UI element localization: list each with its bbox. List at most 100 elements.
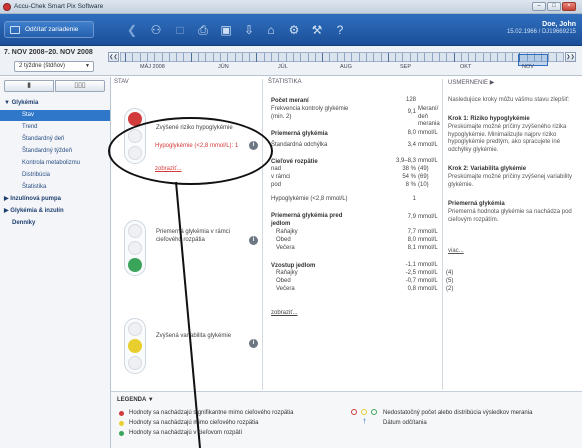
window-title-bar: Accu-Chek Smart Pix Software – □ × xyxy=(0,0,582,14)
close-button[interactable]: × xyxy=(562,2,576,11)
patient-info: Doe, John 15.02.1966 / DJ19669215 xyxy=(507,21,576,35)
more-link[interactable]: viac... xyxy=(448,248,464,256)
info-icon[interactable]: i xyxy=(249,236,258,245)
help-icon[interactable]: ? xyxy=(332,23,348,37)
timeline-track[interactable] xyxy=(120,52,564,66)
timeline-tick xyxy=(241,53,243,62)
status-row-title: Priemerná glykémia v rámci cieľového roz… xyxy=(156,229,231,243)
count-value: 128 xyxy=(405,97,416,103)
green-ring-icon xyxy=(371,409,377,415)
grid-view-button[interactable]: ▯▯▯ xyxy=(55,80,105,92)
legend-item: Nedostatočný počet alebo distribúcia výs… xyxy=(383,410,533,416)
premeal-row-unit: mmol/L xyxy=(418,237,438,243)
document-icon[interactable]: □ xyxy=(172,23,188,37)
rise-value: -1,1 xyxy=(405,262,416,268)
premeal-value: 7,9 xyxy=(407,214,416,220)
maximize-button[interactable]: □ xyxy=(547,2,561,11)
target-label: Cieľové rozpätie xyxy=(271,159,318,165)
timeline-tick xyxy=(314,53,316,62)
timeline-month: OKT xyxy=(460,64,472,70)
export-icon[interactable]: ⇩ xyxy=(241,23,257,37)
minimize-button[interactable]: – xyxy=(532,2,546,11)
timeline-tick xyxy=(205,53,207,62)
timeline-next-button[interactable]: ❯❯ xyxy=(565,52,576,62)
nav-statistika[interactable]: Štatistika xyxy=(0,182,110,193)
timeline-tick xyxy=(139,53,141,62)
premeal-row-unit: mmol/L xyxy=(418,229,438,235)
premeal-row-label: Raňajky xyxy=(276,229,298,235)
chevron-down-icon: ▼ xyxy=(85,63,90,69)
nav-glykemia[interactable]: ▼ Glykémia xyxy=(0,98,110,109)
target-row-count: (69) xyxy=(418,174,429,180)
timeline-tick xyxy=(497,53,499,62)
timeline[interactable]: ❮❮ ❯❯ MÁJ 2008 JÚN JÚL AUG SEP OKT NOV xyxy=(108,50,576,73)
hypo-label: Hypoglykémie (<2,8 mmol/L) xyxy=(271,196,348,202)
red-dot-icon xyxy=(119,411,124,416)
timeline-tick xyxy=(548,53,550,62)
date-range-text: 7. NOV 2008–20. NOV 2008 xyxy=(4,49,93,56)
timeline-tick xyxy=(125,53,126,62)
tools-icon[interactable]: ⚒ xyxy=(309,23,325,37)
off-lamp xyxy=(128,241,142,255)
single-view-button[interactable]: ▮ xyxy=(4,80,54,92)
timeline-tick xyxy=(402,53,404,62)
step2-title: Krok 2: Variabilita glykémie xyxy=(448,166,527,172)
premeal-row-value: 7,7 xyxy=(407,229,416,235)
pin-icon: † xyxy=(363,419,367,425)
recommendations-header: USMERNENIE ▶ xyxy=(448,80,495,86)
people-icon[interactable]: ⚇ xyxy=(148,23,164,37)
statistics-header: ŠTATISTIKA xyxy=(268,79,302,85)
nav-stav[interactable]: Stav xyxy=(0,110,110,121)
nav-trend[interactable]: Trend xyxy=(0,122,110,133)
premeal-row-value: 8,0 xyxy=(407,237,416,243)
nav-denniky[interactable]: Denníky xyxy=(0,218,110,229)
timeline-tick xyxy=(132,53,134,62)
timeline-month: AUG xyxy=(340,64,352,70)
timeline-tick xyxy=(212,53,214,62)
premeal-label: Priemerná glykémia pred jedlom xyxy=(271,213,343,227)
timeline-prev-button[interactable]: ❮❮ xyxy=(108,52,119,62)
nav-standardny-tyzden[interactable]: Štandardný týždeň xyxy=(0,146,110,157)
save-icon[interactable]: ▣ xyxy=(218,23,234,37)
freq-label: Frekvencia kontroly glykémie (min. 2) xyxy=(271,106,349,120)
device-icon xyxy=(10,26,20,34)
step1-text: Preskúmajte možné príčiny zvýšeného rizi… xyxy=(448,124,567,153)
home-icon[interactable]: ⌂ xyxy=(263,23,279,37)
nav-distribucia[interactable]: Distribúcia xyxy=(0,170,110,181)
status-row-title: Zvýšená variabilita glykémie xyxy=(156,333,232,339)
read-device-label: Odčítať zariadenie xyxy=(25,26,79,33)
read-device-button[interactable]: Odčítať zariadenie xyxy=(4,21,94,38)
timeline-tick xyxy=(219,53,221,62)
timeline-tick xyxy=(146,53,148,62)
period-select-value: 2 týždne (štdňov) xyxy=(19,63,66,69)
target-unit: mmol/L xyxy=(418,158,438,164)
sd-label: Štandardná odchýlka xyxy=(271,142,328,148)
timeline-tick xyxy=(460,53,462,62)
sd-unit: mmol/L xyxy=(418,142,438,148)
print-icon[interactable]: ⎙ xyxy=(195,23,211,37)
rise-row-label: Obed xyxy=(276,278,291,284)
settings-icon[interactable]: ⚙ xyxy=(286,23,302,37)
back-arrow-icon[interactable]: ❮ xyxy=(124,23,140,37)
timeline-tick xyxy=(176,53,178,62)
nav-standardny-den[interactable]: Štandardný deň xyxy=(0,134,110,145)
premeal-row-value: 8,1 xyxy=(407,245,416,251)
period-select[interactable]: 2 týždne (štdňov) ▼ xyxy=(14,61,94,72)
nav-inzulinova-pumpa[interactable]: ▶ Inzulínová pumpa xyxy=(0,194,110,205)
window-title: Accu-Chek Smart Pix Software xyxy=(14,3,104,10)
mean-value: 8,0 xyxy=(407,130,416,136)
info-icon[interactable]: i xyxy=(249,339,258,348)
rise-row-label: Raňajky xyxy=(276,270,298,276)
chevron-down-icon: ▼ xyxy=(147,397,154,403)
legend-title[interactable]: LEGENDA ▼ xyxy=(117,397,154,403)
play-icon[interactable]: ▶ xyxy=(490,80,495,86)
nav-kontrola-metabolizmu[interactable]: Kontrola metabolizmu xyxy=(0,158,110,169)
rise-unit: mmol/L xyxy=(418,262,438,268)
nav-glykemia-inzulin[interactable]: ▶ Glykémia & inzulín xyxy=(0,206,110,217)
step2-text: Preskúmajte možné príčiny zvýšenej varia… xyxy=(448,174,573,188)
timeline-tick xyxy=(271,53,272,62)
timeline-tick xyxy=(511,53,513,62)
legend-panel: LEGENDA ▼ Hodnoty sa nachádzajú signifik… xyxy=(111,391,582,448)
stats-show-link[interactable]: zobraziť... xyxy=(271,310,298,318)
timeline-tick xyxy=(431,53,433,62)
